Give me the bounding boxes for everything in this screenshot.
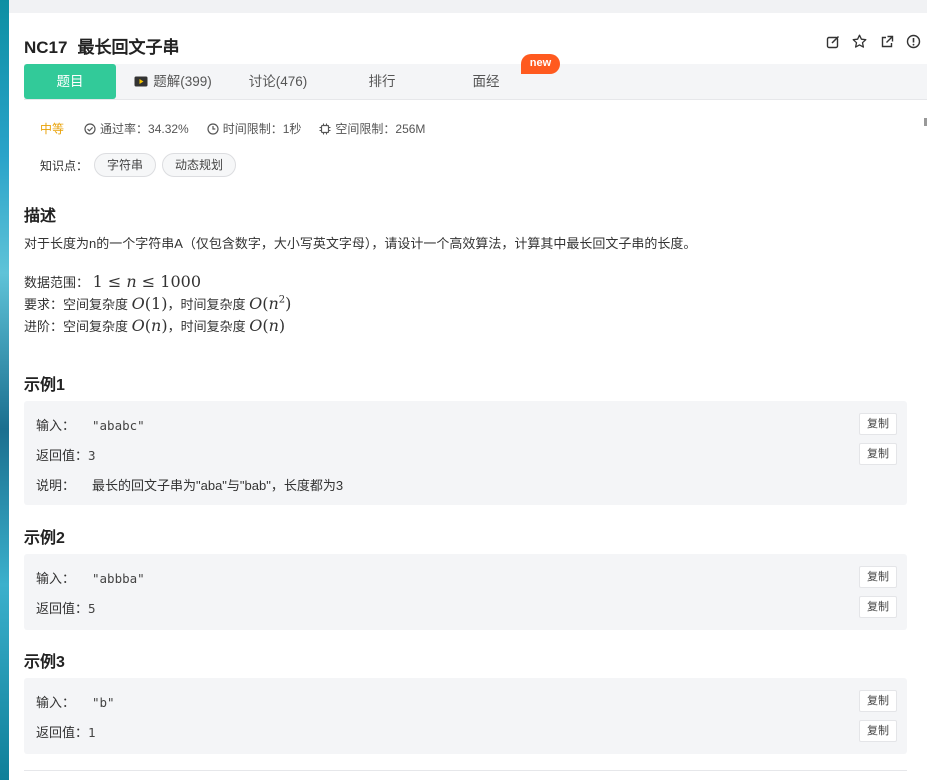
memory-icon [319,123,331,134]
adv-time-formula: O(n) [249,316,286,335]
adv-space-formula: O(n) [131,316,168,335]
problem-title: 最长回文子串 [77,38,180,57]
knowledge-label: 知识点： [40,158,89,173]
top-bar [9,0,927,14]
new-badge: new [521,54,560,74]
tab-discussion[interactable]: 讨论(476) [230,64,326,99]
problem-panel: NC17 最长回文子串 题目 题解(399) 讨论(476) 排行 面经 new … [9,13,927,780]
space-limit: 空间限制：256M [335,122,426,136]
tab-problem[interactable]: 题目 [24,64,116,99]
copy-button[interactable]: 复制 [859,413,897,435]
example3-output: 返回值：1 [36,725,96,740]
problem-id: NC17 [24,38,68,57]
tab-solutions[interactable]: 题解(399) [128,64,218,99]
tab-interview[interactable]: 面经 [446,64,526,99]
title-actions [825,34,921,49]
tab-bar: 题目 题解(399) 讨论(476) 排行 面经 [24,64,927,100]
time-complexity-formula: O(n2) [249,294,292,313]
pass-rate: 通过率：34.32% [100,122,189,136]
example2-output: 返回值：5 [36,601,96,616]
example3-box: 输入： "b" 复制 返回值：1 复制 [24,678,907,754]
description-heading: 描述 [24,208,57,225]
requirement: 要求：空间复杂度 O(1)，时间复杂度 O(n2) [24,294,292,313]
example3-input: 输入： "b" [36,695,115,710]
report-icon[interactable] [906,34,921,49]
example1-input: 输入： "ababc" [36,418,145,433]
difficulty-label: 中等 [40,122,65,136]
copy-button[interactable]: 复制 [859,690,897,712]
tab-ranking[interactable]: 排行 [342,64,422,99]
copy-button[interactable]: 复制 [859,596,897,618]
background-strip [0,0,9,780]
knowledge-points: 知识点： 字符串 动态规划 [40,153,237,177]
check-circle-icon [84,122,96,135]
example2-input: 输入： "abbba" [36,571,145,586]
tag-string[interactable]: 字符串 [94,153,157,177]
advanced-requirement: 进阶：空间复杂度 O(n)，时间复杂度 O(n) [24,316,286,335]
problem-meta: 中等 通过率：34.32% 时间限制：1秒 空间限制：256M [40,120,443,137]
star-icon[interactable] [852,34,867,49]
copy-button[interactable]: 复制 [859,720,897,742]
divider [24,770,907,771]
example2-box: 输入： "abbba" 复制 返回值：5 复制 [24,554,907,630]
range-formula: 1 ≤ n ≤ 1000 [92,272,202,291]
video-icon [134,76,148,87]
page-title: NC17 最长回文子串 [24,33,179,58]
example2-heading: 示例2 [24,530,65,547]
example1-heading: 示例1 [24,377,65,394]
example1-output: 返回值：3 [36,448,96,463]
clock-icon [207,122,219,135]
copy-button[interactable]: 复制 [859,443,897,465]
time-limit: 时间限制：1秒 [222,122,302,136]
example1-note: 说明： 最长的回文子串为"aba"与"bab"，长度都为3 [36,478,344,493]
example1-box: 输入： "ababc" 复制 返回值：3 复制 说明： 最长的回文子串为"aba"与… [24,401,907,505]
share-icon[interactable] [879,34,894,49]
tag-dp[interactable]: 动态规划 [162,153,237,177]
description-text: 对于长度为n的一个字符串A（仅包含数字，大小写英文字母），请设计一个高效算法，计… [24,236,697,251]
space-complexity-formula: O(1) [131,294,168,313]
example3-heading: 示例3 [24,654,65,671]
edit-icon[interactable] [825,34,840,49]
data-range: 数据范围： 1 ≤ n ≤ 1000 [24,272,202,291]
copy-button[interactable]: 复制 [859,566,897,588]
